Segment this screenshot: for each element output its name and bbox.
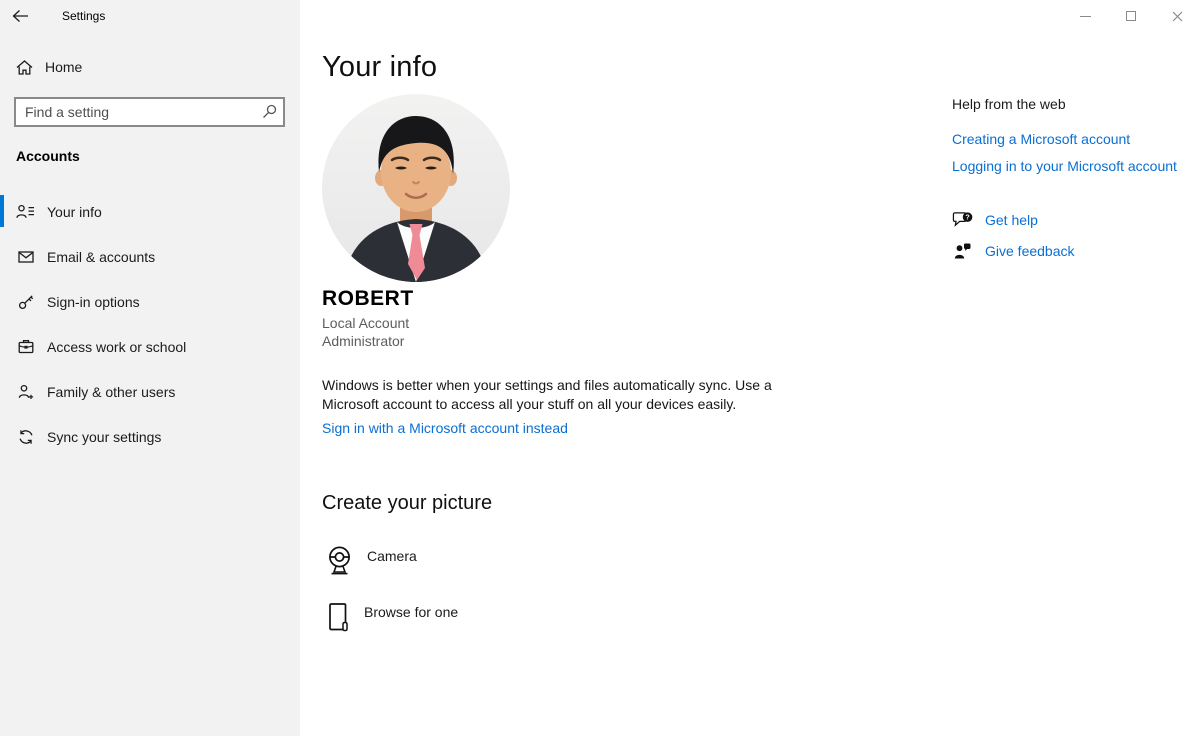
avatar-photo bbox=[322, 94, 510, 282]
camera-option[interactable]: Camera bbox=[326, 546, 417, 576]
create-picture-heading: Create your picture bbox=[322, 492, 492, 515]
sidebar: Settings Home Accounts Your info bbox=[0, 0, 300, 736]
browse-option-label: Browse for one bbox=[364, 604, 458, 620]
search-box bbox=[14, 97, 285, 127]
help-link-creating-account[interactable]: Creating a Microsoft account bbox=[952, 131, 1198, 147]
sidebar-item-label: Sync your settings bbox=[47, 429, 161, 445]
sidebar-item-family-other-users[interactable]: Family & other users bbox=[0, 369, 300, 414]
close-icon bbox=[1172, 11, 1183, 22]
sidebar-item-label: Email & accounts bbox=[47, 249, 155, 265]
help-actions: ? Get help Give feedback bbox=[952, 211, 1198, 259]
signin-microsoft-link[interactable]: Sign in with a Microsoft account instead bbox=[322, 420, 568, 436]
sidebar-item-label: Your info bbox=[47, 204, 102, 220]
back-button[interactable] bbox=[12, 6, 38, 26]
envelope-icon bbox=[16, 249, 35, 265]
help-panel: Help from the web Creating a Microsoft a… bbox=[952, 96, 1198, 272]
minimize-icon bbox=[1080, 16, 1091, 17]
search-input[interactable] bbox=[14, 97, 285, 127]
sidebar-item-access-work-school[interactable]: Access work or school bbox=[0, 324, 300, 369]
sidebar-item-sign-in-options[interactable]: Sign-in options bbox=[0, 279, 300, 324]
camera-option-label: Camera bbox=[367, 548, 417, 564]
person-add-icon bbox=[16, 384, 35, 400]
get-help-row[interactable]: ? Get help bbox=[952, 211, 1198, 229]
maximize-icon bbox=[1126, 11, 1136, 21]
sidebar-item-your-info[interactable]: Your info bbox=[0, 189, 300, 234]
give-feedback-link: Give feedback bbox=[985, 243, 1075, 259]
sync-arrows-icon bbox=[16, 429, 35, 445]
titlebar-window-controls bbox=[1062, 0, 1200, 32]
give-feedback-icon bbox=[952, 242, 973, 259]
search-icon bbox=[262, 104, 277, 119]
webcam-icon bbox=[326, 546, 353, 576]
window-title: Settings bbox=[62, 9, 105, 23]
sidebar-item-email-accounts[interactable]: Email & accounts bbox=[0, 234, 300, 279]
get-help-icon: ? bbox=[952, 211, 973, 229]
browse-option[interactable]: Browse for one bbox=[326, 602, 458, 633]
help-link-logging-in[interactable]: Logging in to your Microsoft account bbox=[952, 158, 1198, 174]
home-icon bbox=[16, 60, 33, 75]
page-title: Your info bbox=[322, 51, 437, 84]
sidebar-nav: Your info Email & accounts Sign-in optio… bbox=[0, 189, 300, 459]
sidebar-item-home[interactable]: Home bbox=[16, 59, 82, 75]
close-button[interactable] bbox=[1154, 0, 1200, 32]
account-role: Administrator bbox=[322, 333, 404, 349]
sidebar-item-sync-settings[interactable]: Sync your settings bbox=[0, 414, 300, 459]
account-type: Local Account bbox=[322, 315, 409, 331]
sidebar-item-label: Access work or school bbox=[47, 339, 186, 355]
person-contact-card-icon bbox=[16, 204, 35, 220]
briefcase-icon bbox=[16, 339, 35, 355]
avatar bbox=[322, 94, 510, 282]
sync-description: Windows is better when your settings and… bbox=[322, 376, 792, 413]
key-icon bbox=[16, 294, 35, 310]
user-name: ROBERT bbox=[322, 287, 414, 311]
maximize-button[interactable] bbox=[1108, 0, 1154, 32]
back-arrow-icon bbox=[12, 9, 38, 23]
sidebar-section-accounts: Accounts bbox=[16, 148, 80, 164]
sidebar-item-label: Family & other users bbox=[47, 384, 175, 400]
get-help-link: Get help bbox=[985, 212, 1038, 228]
help-heading: Help from the web bbox=[952, 96, 1198, 112]
sidebar-item-label: Sign-in options bbox=[47, 294, 140, 310]
settings-window: Settings Home Accounts Your info bbox=[0, 0, 1200, 736]
minimize-button[interactable] bbox=[1062, 0, 1108, 32]
svg-text:?: ? bbox=[965, 214, 969, 222]
give-feedback-row[interactable]: Give feedback bbox=[952, 242, 1198, 259]
sidebar-home-label: Home bbox=[45, 59, 82, 75]
browse-file-icon bbox=[326, 602, 350, 633]
